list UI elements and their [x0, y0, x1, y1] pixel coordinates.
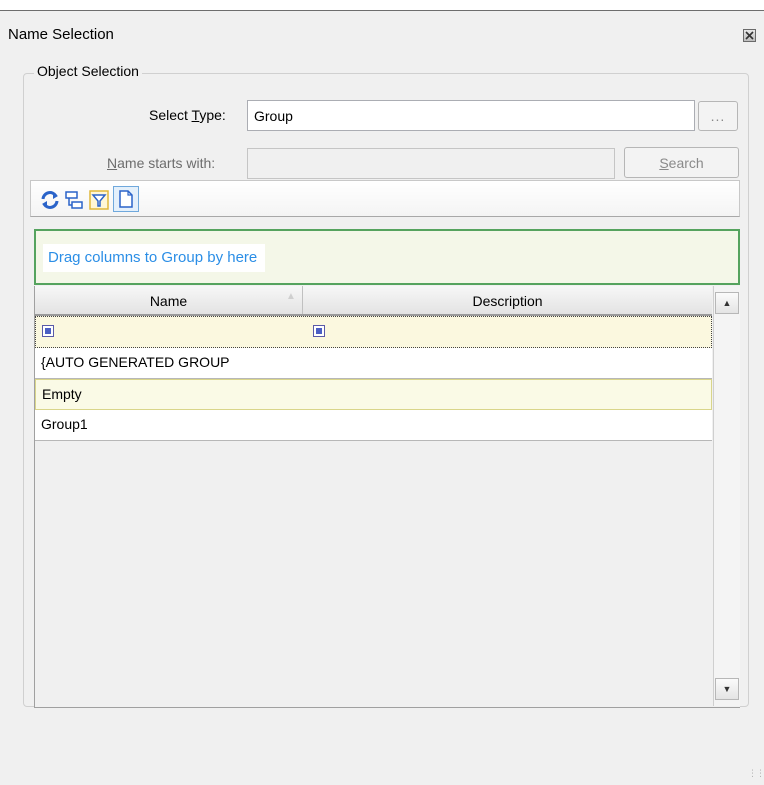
row-name-cell: Group1	[41, 416, 88, 432]
group-by-icon	[65, 191, 83, 209]
group-by-button[interactable]	[63, 189, 85, 211]
filter-description-checkbox[interactable]	[313, 325, 325, 337]
title-bar: Name Selection	[0, 11, 764, 55]
filter-row	[35, 316, 712, 348]
group-by-panel[interactable]: Drag columns to Group by here	[34, 229, 740, 285]
filter-button[interactable]	[88, 189, 110, 211]
table-row[interactable]: {AUTO GENERATED GROUP	[35, 348, 712, 379]
select-type-input[interactable]	[247, 100, 695, 131]
sort-ascending-icon: ▲	[286, 291, 296, 302]
search-button[interactable]: Search	[624, 147, 739, 178]
group-by-hint: Drag columns to Group by here	[43, 244, 266, 272]
search-label-mnemonic: S	[659, 154, 669, 171]
table-row[interactable]: Group1	[35, 410, 712, 441]
results-grid: Name ▲ Description {AUTO GENERATED GROUP…	[34, 286, 740, 708]
table-row[interactable]: Empty	[35, 379, 712, 410]
object-selection-legend: Object Selection	[34, 63, 142, 79]
grid-header: Name ▲ Description	[35, 286, 712, 316]
window-title: Name Selection	[8, 26, 114, 43]
name-starts-with-input[interactable]	[247, 148, 615, 179]
select-type-label-text: Select	[149, 107, 192, 123]
arrow-down-icon: ▼	[722, 684, 732, 694]
document-icon	[119, 190, 133, 208]
filter-icon	[89, 190, 109, 210]
scroll-up-button[interactable]: ▲	[715, 292, 739, 314]
vertical-scrollbar[interactable]: ▲ ▼	[713, 286, 740, 706]
close-icon	[745, 31, 754, 40]
name-starts-label-rest: ame starts with:	[117, 155, 216, 171]
column-header-description[interactable]: Description	[303, 286, 712, 314]
scroll-down-button[interactable]: ▼	[715, 678, 739, 700]
name-starts-with-label: Name starts with:	[107, 155, 215, 171]
arrow-up-icon: ▲	[722, 298, 732, 308]
select-type-label-rest: ype:	[199, 107, 226, 123]
select-type-label: Select Type:	[149, 107, 226, 123]
resize-grip-icon[interactable]: ⋮⋮	[748, 769, 764, 778]
filter-name-checkbox[interactable]	[42, 325, 54, 337]
grid-toolbar	[30, 180, 740, 217]
refresh-icon	[41, 191, 59, 209]
new-document-button[interactable]	[113, 186, 139, 212]
row-name-cell: {AUTO GENERATED GROUP	[41, 354, 230, 370]
name-selection-window: Name Selection Object Selection Select T…	[0, 10, 764, 785]
column-header-name[interactable]: Name	[35, 286, 303, 314]
name-starts-label-mnemonic: N	[107, 155, 118, 171]
close-button[interactable]	[743, 29, 756, 42]
browse-button[interactable]: ...	[698, 101, 738, 131]
row-name-cell: Empty	[42, 386, 82, 402]
refresh-button[interactable]	[39, 189, 61, 211]
search-label-rest: earch	[668, 154, 704, 171]
